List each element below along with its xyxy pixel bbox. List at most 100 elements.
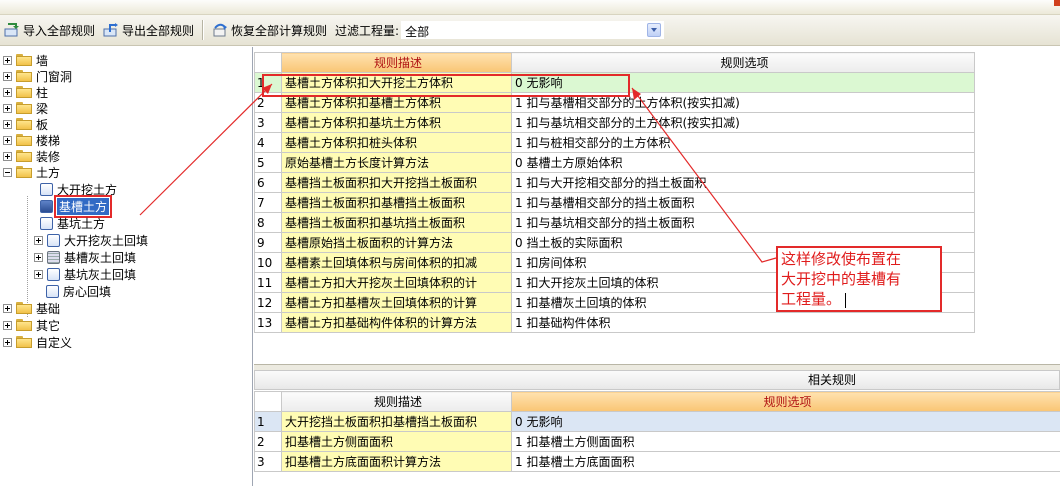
- rule-option-cell[interactable]: 1 扣与基坑相交部分的挡土板面积: [511, 212, 975, 233]
- tree-node-other[interactable]: 其它: [3, 317, 60, 333]
- chevron-down-icon[interactable]: [647, 23, 662, 37]
- row-number-header: [254, 52, 282, 73]
- toolbar-separator: [202, 20, 205, 40]
- backfill-icon: [47, 233, 60, 247]
- tree-node-label: 土方: [36, 165, 61, 180]
- rule-option-cell[interactable]: 1 扣与基坑相交部分的土方体积(按实扣减): [511, 112, 975, 133]
- related-row[interactable]: 1 大开挖挡土板面积扣基槽挡土板面积 0 无影响: [254, 411, 1060, 432]
- tree-node-pit-backfill[interactable]: 基坑灰土回填: [34, 266, 136, 282]
- rule-option-cell[interactable]: 1 扣基础构件体积: [511, 312, 975, 333]
- rules-row[interactable]: 3 基槽土方体积扣基坑土方体积 1 扣与基坑相交部分的土方体积(按实扣减): [254, 112, 975, 133]
- tree-node-label: 柱: [36, 85, 49, 100]
- expand-icon[interactable]: [3, 337, 12, 347]
- folder-icon: [16, 150, 32, 162]
- tree-node-trench[interactable]: 基槽土方: [40, 194, 113, 218]
- partial-hidden-row: [254, 357, 524, 363]
- tree-node-big-excavation-backfill[interactable]: 大开挖灰土回填: [34, 232, 148, 248]
- row-number: 1: [254, 411, 282, 432]
- expand-icon[interactable]: [3, 87, 12, 97]
- row-number: 3: [254, 112, 282, 133]
- tree-node-room-backfill[interactable]: 房心回填: [46, 283, 111, 299]
- filter-select[interactable]: 全部: [401, 21, 665, 39]
- tree-node-label: 基坑灰土回填: [64, 267, 137, 282]
- related-row[interactable]: 2 扣基槽土方侧面面积 1 扣基槽土方侧面面积: [254, 431, 1060, 452]
- rule-option-header[interactable]: 规则选项: [511, 52, 975, 73]
- rule-option-cell[interactable]: 1 扣基槽土方底面面积: [511, 451, 1060, 472]
- expand-icon[interactable]: [3, 303, 12, 313]
- tree-node-beam[interactable]: 梁: [3, 100, 48, 116]
- related-rules-title: 相关规则: [254, 370, 1060, 390]
- rule-option-cell[interactable]: 1 扣基槽土方侧面面积: [511, 431, 1060, 452]
- row-number: 10: [254, 252, 282, 273]
- rule-description-cell: 基槽土方扣大开挖灰土回填体积的计: [281, 272, 512, 293]
- rule-option-cell[interactable]: 1 扣与桩相交部分的土方体积: [511, 132, 975, 153]
- tree-node-pit[interactable]: 基坑土方: [40, 215, 105, 231]
- tree-node-label: 梁: [36, 101, 49, 116]
- highlight-box-first-rule: [262, 74, 630, 97]
- close-icon[interactable]: [1054, 0, 1060, 6]
- rules-row[interactable]: 7 基槽挡土板面积扣基槽挡土板面积 1 扣与基槽相交部分的挡土板面积: [254, 192, 975, 213]
- rule-desc-header[interactable]: 规则描述: [281, 52, 512, 73]
- collapse-icon[interactable]: [3, 167, 12, 177]
- tree-node-decoration[interactable]: 装修: [3, 148, 60, 164]
- folder-icon: [16, 86, 32, 98]
- tree-node-door-window[interactable]: 门窗洞: [3, 68, 72, 84]
- rule-option-cell[interactable]: 1 扣与基槽相交部分的挡土板面积: [511, 192, 975, 213]
- tree-node-foundation[interactable]: 基础: [3, 300, 60, 316]
- row-number-header: [254, 391, 282, 412]
- rule-description-cell: 大开挖挡土板面积扣基槽挡土板面积: [281, 411, 512, 432]
- rule-description-cell: 原始基槽土方长度计算方法: [281, 152, 512, 173]
- row-number: 3: [254, 451, 282, 472]
- rule-option-cell[interactable]: 1 扣与大开挖相交部分的挡土板面积: [511, 172, 975, 193]
- rule-option-cell[interactable]: 0 无影响: [511, 411, 1060, 432]
- tree-node-label: 房心回填: [63, 284, 112, 299]
- tree-node-custom[interactable]: 自定义: [3, 334, 72, 350]
- rules-row[interactable]: 4 基槽土方体积扣桩头体积 1 扣与桩相交部分的土方体积: [254, 132, 975, 153]
- backfill-icon: [47, 250, 60, 264]
- expand-icon[interactable]: [3, 151, 12, 161]
- tree-node-label: 装修: [36, 149, 61, 164]
- expand-icon[interactable]: [3, 119, 12, 129]
- expand-icon[interactable]: [34, 235, 43, 245]
- rules-row[interactable]: 5 原始基槽土方长度计算方法 0 基槽土方原始体积: [254, 152, 975, 173]
- tree-node-label: 门窗洞: [36, 69, 73, 84]
- folder-icon: [16, 70, 32, 82]
- toolbar: 导入全部规则 导出全部规则 恢复全部计算规则 过滤工程量: 全部: [0, 15, 1060, 46]
- related-desc-header[interactable]: 规则描述: [281, 391, 512, 412]
- expand-icon[interactable]: [3, 320, 12, 330]
- expand-icon[interactable]: [3, 135, 12, 145]
- row-number: 8: [254, 212, 282, 233]
- tree-node-slab[interactable]: 板: [3, 116, 48, 132]
- filter-label: 过滤工程量:: [335, 23, 400, 38]
- expand-icon[interactable]: [3, 103, 12, 113]
- tree-node-column[interactable]: 柱: [3, 84, 48, 100]
- tree-node-label: 基槽灰土回填: [64, 250, 137, 265]
- tree-node-label-selected: 基槽土方: [53, 194, 113, 218]
- tree-node-big-excavation[interactable]: 大开挖土方: [40, 181, 117, 197]
- folder-icon: [16, 336, 32, 348]
- rule-option-cell[interactable]: 0 基槽土方原始体积: [511, 152, 975, 173]
- export-rules-button[interactable]: 导出全部规则: [99, 18, 198, 42]
- expand-icon[interactable]: [34, 269, 43, 279]
- expand-icon[interactable]: [3, 55, 12, 65]
- tree-node-label: 大开挖土方: [57, 182, 118, 197]
- rules-row[interactable]: 8 基槽挡土板面积扣基坑挡土板面积 1 扣与基坑相交部分的挡土板面积: [254, 212, 975, 233]
- rules-row[interactable]: 6 基槽挡土板面积扣大开挖挡土板面积 1 扣与大开挖相交部分的挡土板面积: [254, 172, 975, 193]
- related-header-row: 规则描述 规则选项: [254, 391, 1060, 412]
- rules-row[interactable]: 13 基槽土方扣基础构件体积的计算方法 1 扣基础构件体积: [254, 312, 975, 333]
- restore-rules-button[interactable]: 恢复全部计算规则: [208, 18, 331, 42]
- rule-description-cell: 扣基槽土方底面面积计算方法: [281, 451, 512, 472]
- import-rules-button[interactable]: 导入全部规则: [0, 18, 99, 42]
- tree-node-label: 墙: [36, 53, 49, 68]
- tree-node-trench-backfill[interactable]: 基槽灰土回填: [34, 249, 136, 265]
- related-row[interactable]: 3 扣基槽土方底面面积计算方法 1 扣基槽土方底面面积: [254, 451, 1060, 472]
- tree-node-label: 其它: [36, 318, 61, 333]
- expand-icon[interactable]: [3, 71, 12, 81]
- row-number: 12: [254, 292, 282, 313]
- related-option-header[interactable]: 规则选项: [511, 391, 1060, 412]
- tree-node-wall[interactable]: 墙: [3, 52, 48, 68]
- tree-node-earthwork[interactable]: 土方: [3, 164, 60, 180]
- expand-icon[interactable]: [34, 252, 43, 262]
- folder-icon: [16, 302, 32, 314]
- tree-node-stair[interactable]: 楼梯: [3, 132, 60, 148]
